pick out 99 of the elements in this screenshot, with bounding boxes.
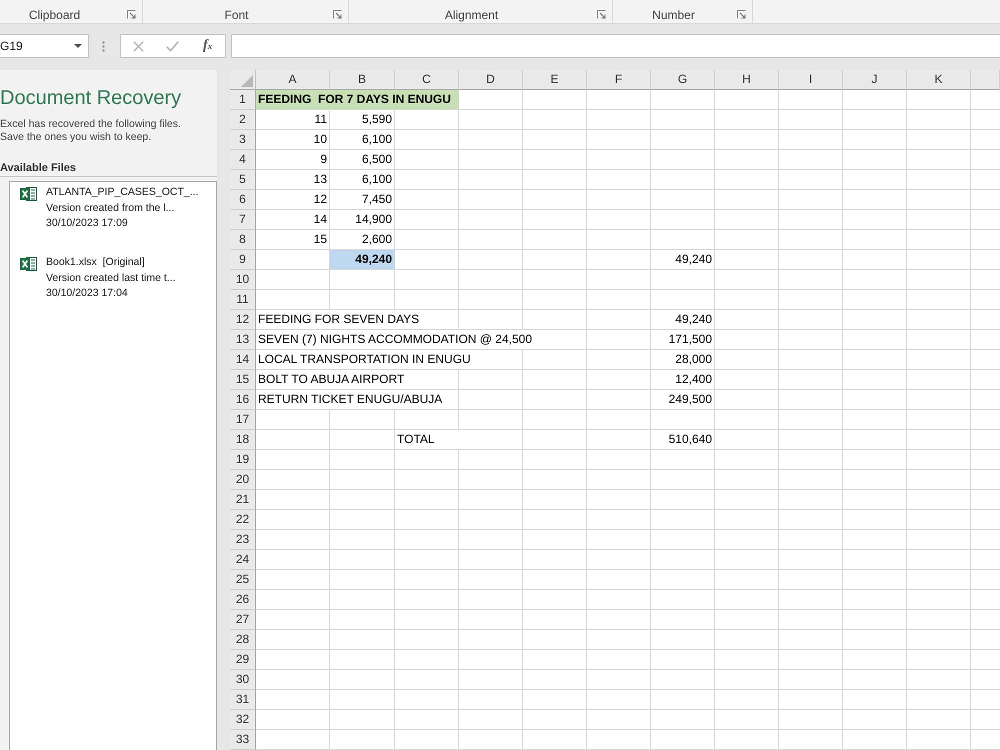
table-cell[interactable]: 510,640 bbox=[651, 430, 715, 449]
pane-title: Document Recovery bbox=[0, 86, 182, 110]
column-header[interactable]: C bbox=[395, 70, 459, 90]
row-header[interactable]: 7 bbox=[230, 210, 256, 230]
table-cell[interactable]: 6,100 bbox=[330, 130, 395, 149]
caret-icon[interactable] bbox=[74, 44, 82, 48]
file-name: ATLANTA_PIP_CASES_OCT_... bbox=[46, 185, 198, 200]
table-cell[interactable]: 249,500 bbox=[651, 390, 715, 409]
table-cell[interactable]: 13 bbox=[256, 170, 330, 189]
row-header[interactable]: 33 bbox=[230, 730, 256, 750]
corner-arrow-icon[interactable] bbox=[333, 10, 342, 19]
ribbon-group-label: Clipboard bbox=[28, 8, 80, 22]
name-box[interactable]: G19 bbox=[0, 34, 89, 58]
ribbon-group-label: Number bbox=[652, 8, 695, 22]
row-header[interactable]: 12 bbox=[230, 310, 256, 330]
column-header[interactable]: H bbox=[715, 70, 779, 90]
row-header[interactable]: 27 bbox=[230, 610, 256, 630]
row-header[interactable]: 28 bbox=[230, 630, 256, 650]
row-header[interactable]: 2 bbox=[230, 110, 256, 130]
file-timestamp: 30/10/2023 17:04 bbox=[46, 286, 128, 301]
spreadsheet-icon bbox=[20, 186, 37, 202]
recovery-message: Excel has recovered the following files. Save the ones you wish to keep. bbox=[0, 118, 182, 144]
row-header[interactable]: 18 bbox=[230, 430, 256, 450]
column-header[interactable]: F bbox=[587, 70, 651, 90]
table-cell[interactable]: 6,100 bbox=[330, 170, 395, 189]
row-header[interactable]: 9 bbox=[230, 250, 256, 270]
file-timestamp: 30/10/2023 17:09 bbox=[46, 216, 128, 231]
row-header[interactable]: 10 bbox=[230, 270, 256, 290]
row-header[interactable]: 23 bbox=[230, 530, 256, 550]
ribbon-group-label: Alignment bbox=[444, 8, 498, 22]
row-header[interactable]: 32 bbox=[230, 710, 256, 730]
row-header[interactable]: 17 bbox=[230, 410, 256, 430]
row-header[interactable]: 20 bbox=[230, 470, 256, 490]
row-header[interactable]: 11 bbox=[230, 290, 256, 310]
table-cell[interactable]: 5,590 bbox=[330, 110, 395, 129]
table-cell[interactable]: BOLT TO ABUJA AIRPORT bbox=[256, 370, 408, 389]
table-cell[interactable]: 14 bbox=[256, 210, 330, 229]
table-cell[interactable]: 10 bbox=[256, 130, 330, 149]
row-header[interactable]: 21 bbox=[230, 490, 256, 510]
table-cell[interactable]: 28,000 bbox=[651, 350, 715, 369]
row-header[interactable]: 1 bbox=[230, 90, 256, 110]
list-heading: Available Files bbox=[0, 162, 76, 174]
row-header[interactable]: 26 bbox=[230, 590, 256, 610]
row-header[interactable]: 29 bbox=[230, 650, 256, 670]
row-header[interactable]: 25 bbox=[230, 570, 256, 590]
row-header[interactable]: 15 bbox=[230, 370, 256, 390]
triangle-icon bbox=[241, 75, 253, 87]
table-cell[interactable]: 11 bbox=[256, 110, 330, 129]
table-cell[interactable]: 9 bbox=[256, 150, 330, 169]
row-header[interactable]: 24 bbox=[230, 550, 256, 570]
ribbon-group-label: Font bbox=[224, 8, 248, 22]
corner-arrow-icon[interactable] bbox=[737, 10, 746, 19]
check-icon bbox=[166, 40, 180, 52]
row-header[interactable]: 6 bbox=[230, 190, 256, 210]
file-description: Version created from the l... bbox=[46, 200, 174, 216]
row-header[interactable]: 14 bbox=[230, 350, 256, 370]
row-header[interactable]: 3 bbox=[230, 130, 256, 150]
table-cell[interactable]: 12 bbox=[256, 190, 330, 209]
table-cell[interactable]: TOTAL bbox=[395, 430, 459, 449]
row-header[interactable]: 8 bbox=[230, 230, 256, 250]
corner-arrow-icon[interactable] bbox=[127, 10, 136, 19]
row-header[interactable]: 13 bbox=[230, 330, 256, 350]
table-cell[interactable]: 171,500 bbox=[651, 330, 715, 349]
file-name: Book1.xlsx [Original] bbox=[46, 255, 145, 270]
table-cell[interactable]: FEEDING FOR 7 DAYS IN ENUGU bbox=[256, 90, 459, 109]
file-description: Version created last time t... bbox=[46, 270, 176, 286]
column-header[interactable]: I bbox=[779, 70, 843, 90]
table-cell[interactable]: 49,240 bbox=[651, 250, 715, 269]
table-cell[interactable]: 49,240 bbox=[651, 310, 715, 329]
table-cell[interactable]: 15 bbox=[256, 230, 330, 249]
corner-arrow-icon[interactable] bbox=[597, 10, 606, 19]
row-header[interactable]: 16 bbox=[230, 390, 256, 410]
row-header[interactable]: 31 bbox=[230, 690, 256, 710]
column-header[interactable]: A bbox=[256, 70, 330, 90]
grip-dots-icon[interactable] bbox=[102, 41, 105, 52]
row-header[interactable]: 4 bbox=[230, 150, 256, 170]
table-cell[interactable]: 14,900 bbox=[330, 210, 395, 229]
table-cell[interactable]: RETURN TICKET ENUGU/ABUJA bbox=[256, 390, 446, 409]
column-header[interactable]: K bbox=[907, 70, 971, 90]
column-header[interactable]: J bbox=[843, 70, 907, 90]
column-header[interactable]: B bbox=[330, 70, 395, 90]
table-cell[interactable]: 2,600 bbox=[330, 230, 395, 249]
file-item[interactable]: ATLANTA_PIP_CASES_OCT_... Version created from the l... 30/10/2023 17:09 bbox=[10, 182, 216, 252]
row-header[interactable]: 5 bbox=[230, 170, 256, 190]
column-header[interactable] bbox=[971, 70, 1000, 90]
row-header[interactable]: 19 bbox=[230, 450, 256, 470]
table-cell[interactable]: 6,500 bbox=[330, 150, 395, 169]
table-cell[interactable]: 7,450 bbox=[330, 190, 395, 209]
table-cell[interactable]: 12,400 bbox=[651, 370, 715, 389]
column-header[interactable]: D bbox=[459, 70, 523, 90]
row-header[interactable]: 22 bbox=[230, 510, 256, 530]
spreadsheet-icon bbox=[20, 256, 37, 272]
file-item[interactable]: Book1.xlsx [Original] Version created last time t... 30/10/2023 17:04 bbox=[10, 252, 216, 322]
row-header[interactable]: 30 bbox=[230, 670, 256, 690]
close-icon bbox=[132, 40, 144, 52]
table-cell[interactable]: 49,240 bbox=[330, 250, 395, 269]
column-header[interactable]: G bbox=[651, 70, 715, 90]
formula-input[interactable] bbox=[231, 34, 1000, 58]
column-header[interactable]: E bbox=[523, 70, 587, 90]
